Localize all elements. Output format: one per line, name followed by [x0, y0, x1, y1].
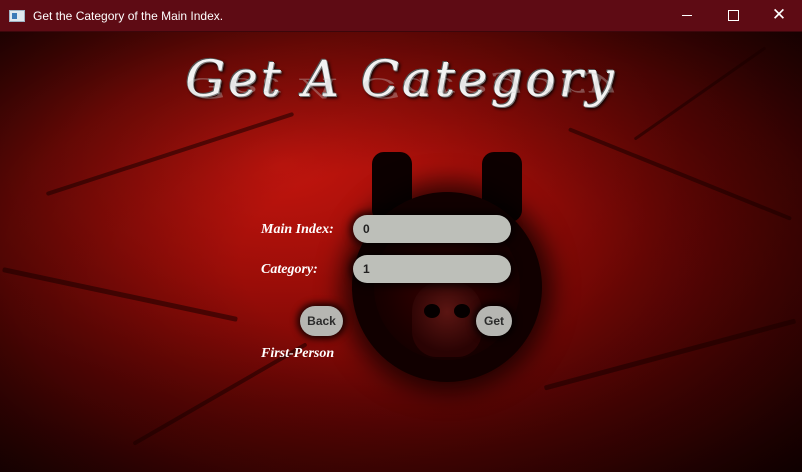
background-vein	[45, 111, 295, 197]
back-button[interactable]: Back	[300, 306, 343, 336]
main-index-field[interactable]: 0	[353, 215, 511, 243]
skull-icon	[412, 282, 482, 357]
main-index-label: Main Index:	[261, 222, 334, 237]
app-window-icon	[9, 9, 25, 22]
close-icon: ✕	[771, 5, 787, 25]
background-vein	[2, 267, 238, 322]
background-vein	[567, 127, 793, 221]
minimize-button[interactable]	[664, 0, 710, 31]
category-label: Category:	[261, 262, 318, 277]
get-button[interactable]: Get	[476, 306, 512, 336]
page-title-reflection: Get A Category	[185, 72, 617, 104]
close-button[interactable]: ✕	[756, 0, 802, 31]
maximize-button[interactable]	[710, 0, 756, 31]
minimize-icon	[682, 15, 692, 16]
app-window: Get the Category of the Main Index. ✕ Ge…	[0, 0, 802, 472]
background-vein	[543, 318, 797, 391]
maximize-icon	[727, 10, 739, 21]
title-bar[interactable]: Get the Category of the Main Index. ✕	[0, 0, 802, 32]
result-text: First-Person	[261, 346, 335, 361]
content-area: Get A Category Get A Category Main Index…	[0, 32, 802, 472]
window-title: Get the Category of the Main Index.	[33, 8, 224, 23]
category-field[interactable]: 1	[353, 255, 511, 283]
